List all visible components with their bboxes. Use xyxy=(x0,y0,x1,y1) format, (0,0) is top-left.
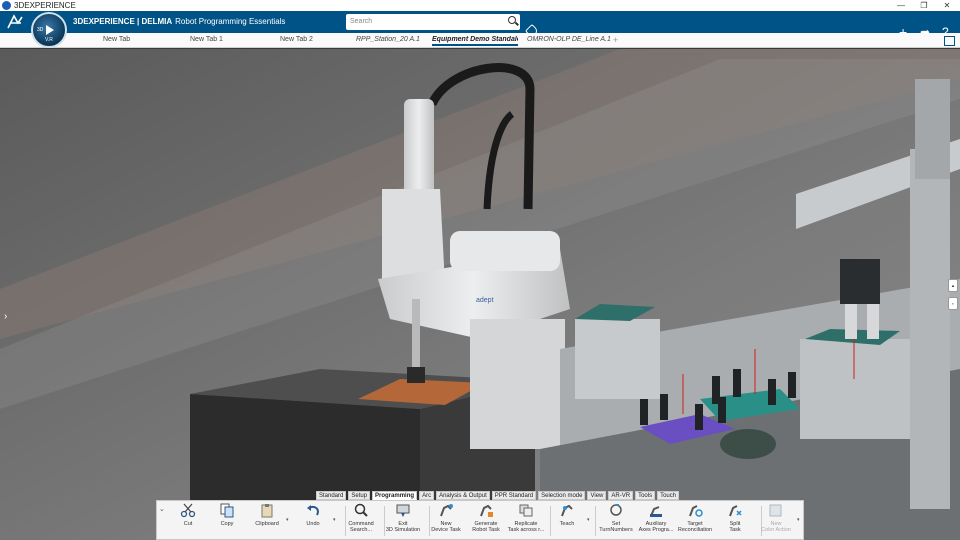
add-tab-icon[interactable]: + xyxy=(613,35,618,45)
post xyxy=(718,397,726,423)
robot-quill xyxy=(412,299,420,374)
clipboard-label: Clipboard xyxy=(255,521,279,527)
app-icon xyxy=(2,1,11,10)
gripper xyxy=(840,259,880,304)
play-icon[interactable] xyxy=(46,25,54,35)
section-arc[interactable]: Arc xyxy=(419,491,435,500)
teach-button[interactable]: Teach ▾ xyxy=(543,503,591,527)
clipboard-icon xyxy=(259,503,275,518)
tab-new-tab-1[interactable]: New Tab 1 xyxy=(190,36,223,43)
section-tools[interactable]: Tools xyxy=(635,491,656,500)
robot-tool xyxy=(407,367,425,383)
fixture-block-2 xyxy=(800,339,910,439)
viewport-side-button-2[interactable]: ▪ xyxy=(948,297,958,310)
minimize-button[interactable]: — xyxy=(890,0,912,11)
post xyxy=(768,379,776,405)
search-icon[interactable] xyxy=(508,16,516,24)
tab-new-tab[interactable]: New Tab xyxy=(103,36,130,43)
gripper-finger xyxy=(867,304,879,339)
section-view[interactable]: View xyxy=(587,491,607,500)
split-task-icon xyxy=(727,503,743,518)
dropdown-arrow-icon[interactable]: ▾ xyxy=(587,517,590,523)
dropdown-arrow-icon[interactable]: ▾ xyxy=(797,517,800,523)
new-device-task-icon xyxy=(438,503,454,518)
section-touch[interactable]: Touch xyxy=(657,491,680,500)
exit-simulation-label: Exit 3D Simulation xyxy=(385,521,421,533)
post xyxy=(660,394,668,420)
post xyxy=(788,372,796,398)
target-reconciliation-icon xyxy=(687,503,703,518)
auxiliary-axes-icon xyxy=(648,503,664,518)
side-panel-expand-icon[interactable]: › xyxy=(4,311,7,322)
viewport-side-button-1[interactable]: ▲ xyxy=(948,279,958,292)
tab-omron-olp[interactable]: OMRON-OLP DE_Line A.1 xyxy=(527,36,611,43)
title-bar: 3DEXPERIENCE — ❐ ✕ xyxy=(0,0,960,11)
exit-simulation-icon xyxy=(395,503,411,518)
action-bar-sections: Standard Setup Programming Arc Analysis … xyxy=(316,491,680,500)
brand-title: 3DEXPERIENCE | DELMIA Robot Programming E… xyxy=(73,17,285,26)
command-search-button[interactable]: Command Search... xyxy=(337,503,385,533)
post xyxy=(695,404,703,430)
scene-render: adept xyxy=(0,49,960,540)
gripper-finger xyxy=(845,304,857,339)
tab-equipment-demo[interactable]: Equipment Demo Standalo xyxy=(432,36,518,46)
generate-robot-task-icon xyxy=(478,503,494,518)
scissors-icon xyxy=(180,503,196,518)
new-color-action-icon xyxy=(768,503,784,518)
replicate-task-icon xyxy=(518,503,534,518)
action-bar: ⌄ Cut Copy Clipboard ▾ Undo ▾ Command Se… xyxy=(156,500,804,540)
window-title: 3DEXPERIENCE xyxy=(14,1,76,10)
robot-pedestal xyxy=(470,319,565,449)
compass-icon[interactable]: 3D V.R xyxy=(31,12,67,48)
turn-numbers-icon xyxy=(608,503,624,518)
section-setup[interactable]: Setup xyxy=(348,491,371,500)
teach-icon xyxy=(559,503,575,518)
close-button[interactable]: ✕ xyxy=(936,0,958,11)
app-name: Robot Programming Essentials xyxy=(175,17,286,26)
clipboard-button[interactable]: Clipboard ▾ xyxy=(243,503,291,527)
new-color-action-label: New Color Action xyxy=(761,521,791,533)
tab-bar: New Tab New Tab 1 New Tab 2 RPP_Station_… xyxy=(0,33,960,48)
search-input[interactable]: Search xyxy=(346,14,520,30)
undo-label: Undo xyxy=(306,521,320,527)
exit-simulation-button[interactable]: Exit 3D Simulation xyxy=(379,503,427,533)
app-window: 3DEXPERIENCE — ❐ ✕ 3DEXPERIENCE | DELMIA… xyxy=(0,0,960,540)
undo-icon xyxy=(305,503,321,518)
post xyxy=(640,399,648,425)
tab-new-tab-2[interactable]: New Tab 2 xyxy=(280,36,313,43)
robot-shoulder xyxy=(450,231,560,271)
compass-version: V.R xyxy=(45,37,53,43)
search-placeholder: Search xyxy=(350,18,373,25)
command-search-icon xyxy=(353,503,369,518)
section-analysis-output[interactable]: Analysis & Output xyxy=(436,491,490,500)
gantry-top xyxy=(915,79,950,179)
compass-label: 3D xyxy=(37,27,44,33)
new-color-action-button[interactable]: New Color Action ▾ xyxy=(752,503,800,533)
section-programming[interactable]: Programming xyxy=(372,491,418,500)
command-search-label: Command Search... xyxy=(348,521,374,533)
post xyxy=(733,369,741,397)
ds-logo-icon[interactable] xyxy=(6,14,26,33)
teach-label: Teach xyxy=(559,521,575,527)
3d-viewport[interactable]: adept › ▲ ▪ xyxy=(0,49,960,540)
dropdown-arrow-icon[interactable]: ▾ xyxy=(333,517,336,523)
section-selection-mode[interactable]: Selection mode xyxy=(538,491,586,500)
copy-icon xyxy=(219,503,235,518)
section-standard[interactable]: Standard xyxy=(316,491,347,500)
fullscreen-icon[interactable] xyxy=(944,36,955,46)
restore-button[interactable]: ❐ xyxy=(913,0,935,11)
tab-rpp-station[interactable]: RPP_Station_20 A.1 xyxy=(356,36,420,43)
brand-name: 3DEXPERIENCE | DELMIA xyxy=(73,17,173,26)
gantry-post xyxy=(910,149,950,509)
section-ar-vr[interactable]: AR-VR xyxy=(608,491,634,500)
section-ppr-standard[interactable]: PPR Standard xyxy=(491,491,537,500)
fixture-block xyxy=(575,319,660,399)
undo-button[interactable]: Undo ▾ xyxy=(289,503,337,527)
robot-logo: adept xyxy=(476,297,494,304)
round-fixture xyxy=(720,429,776,459)
